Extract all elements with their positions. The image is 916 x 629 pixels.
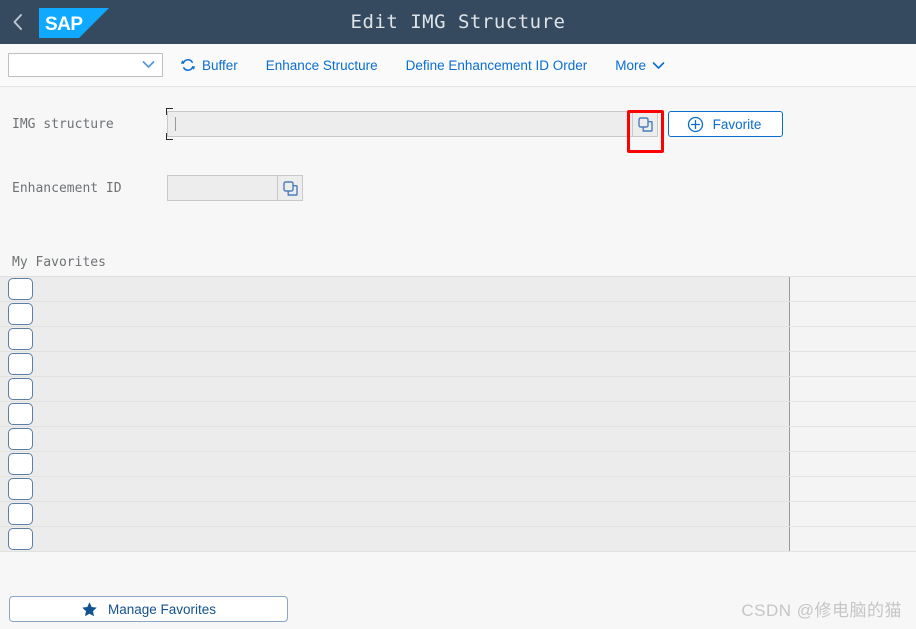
img-structure-field-group [166,108,658,140]
row-checkbox[interactable] [8,303,33,325]
toolbar-button-define-enhancement-id-order[interactable]: Define Enhancement ID Order [395,50,599,80]
table-row[interactable] [0,327,916,352]
value-help-icon [282,180,299,197]
sap-logo[interactable]: SAP [39,7,109,38]
table-row[interactable] [0,302,916,327]
row-checkbox[interactable] [8,353,33,375]
favorites-rows [0,277,916,552]
table-row[interactable] [0,352,916,377]
chevron-down-icon [652,61,665,70]
favorites-table [0,276,916,552]
table-row[interactable] [0,502,916,527]
refresh-icon [180,57,196,73]
enhancement-id-label: Enhancement ID [12,180,122,196]
enhancement-id-value-help-button[interactable] [277,175,303,201]
row-checkbox[interactable] [8,278,33,300]
enhancement-id-field-group [167,175,303,201]
toolbar-button-label: Buffer [202,57,238,73]
manage-favorites-button[interactable]: Manage Favorites [9,596,288,622]
variant-select[interactable] [8,53,163,77]
row-checkbox[interactable] [8,328,33,350]
value-help-icon [637,116,654,133]
text-caret [175,117,176,131]
plus-circle-icon [687,116,704,133]
img-structure-value-help-button[interactable] [632,111,658,137]
img-structure-input[interactable] [167,111,632,137]
row-checkbox[interactable] [8,453,33,475]
enhancement-id-input[interactable] [167,175,277,201]
shell-header: SAP Edit IMG Structure [0,0,916,44]
back-button[interactable] [0,0,36,44]
row-checkbox[interactable] [8,403,33,425]
page-title: Edit IMG Structure [350,11,566,33]
favorite-button[interactable]: Favorite [668,111,783,137]
svg-text:SAP: SAP [45,14,83,35]
row-checkbox[interactable] [8,478,33,500]
star-icon [81,601,98,618]
row-checkbox[interactable] [8,428,33,450]
table-row[interactable] [0,477,916,502]
manage-favorites-label: Manage Favorites [107,601,217,617]
toolbar-button-label: More [615,57,646,73]
toolbar-button-label: Define Enhancement ID Order [405,57,588,73]
row-checkbox[interactable] [8,503,33,525]
table-row[interactable] [0,377,916,402]
row-checkbox[interactable] [8,378,33,400]
table-row[interactable] [0,402,916,427]
toolbar-button-more[interactable]: More [604,50,676,80]
favorite-button-label: Favorite [712,116,762,132]
table-row[interactable] [0,527,916,552]
footer-bar: Manage Favorites [0,589,916,629]
img-structure-label: IMG structure [12,116,114,132]
my-favorites-title: My Favorites [12,255,106,270]
enhancement-id-row: Enhancement ID [0,169,916,207]
toolbar-button-buffer[interactable]: Buffer [169,50,249,80]
table-row[interactable] [0,427,916,452]
toolbar-button-enhance-structure[interactable]: Enhance Structure [255,50,389,80]
chevron-down-icon [142,58,155,72]
chevron-left-icon [11,12,25,32]
table-row[interactable] [0,452,916,477]
img-structure-row: IMG structure Favorite [0,105,916,143]
toolbar: Buffer Enhance Structure Define Enhancem… [0,44,916,87]
table-row[interactable] [0,277,916,302]
form-area: IMG structure Favorite Enhancement ID My… [0,105,916,552]
app-window: SAP Edit IMG Structure Buffer Enhance St… [0,0,916,629]
toolbar-button-label: Enhance Structure [265,57,378,73]
row-checkbox[interactable] [8,528,33,550]
